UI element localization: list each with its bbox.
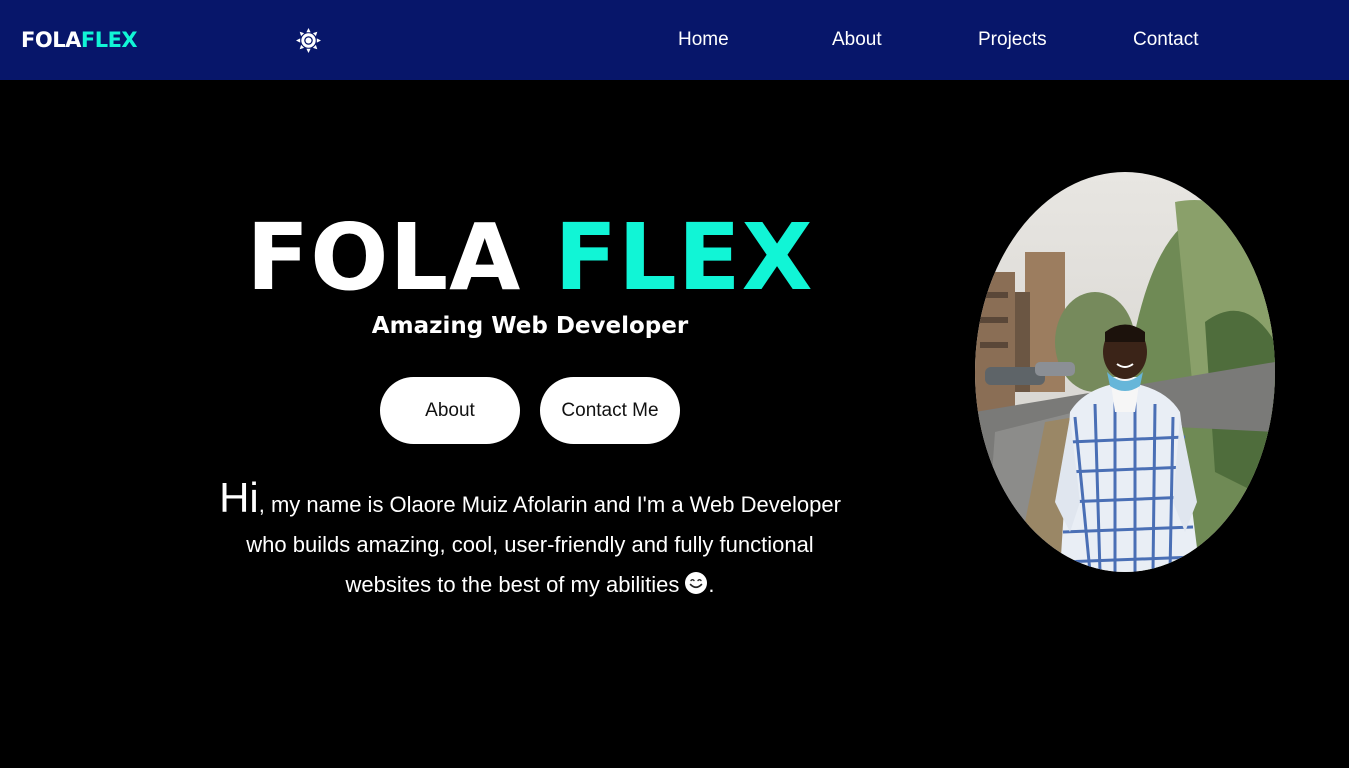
intro-line-3: websites to the best of my abilities. — [175, 565, 885, 605]
contact-me-button[interactable]: Contact Me — [540, 377, 680, 444]
nav-link-home[interactable]: Home — [678, 29, 729, 51]
hero-title: FOLA FLEX — [200, 203, 860, 313]
hero-subtitle: Amazing Web Developer — [371, 313, 689, 339]
intro-text: Hi, my name is Olaore Muiz Afolarin and … — [175, 477, 885, 605]
profile-photo — [975, 172, 1275, 572]
nav-link-projects[interactable]: Projects — [978, 29, 1047, 51]
smiling-face-icon — [684, 568, 708, 594]
nav-link-about[interactable]: About — [832, 29, 882, 51]
intro-line-1: Hi, my name is Olaore Muiz Afolarin and … — [175, 477, 885, 525]
logo-accent: FLEX — [80, 28, 138, 52]
logo-main: FOLA — [21, 28, 81, 52]
intro-line-1-text: , my name is Olaore Muiz Afolarin and I'… — [258, 492, 841, 517]
nav-link-contact[interactable]: Contact — [1133, 29, 1198, 51]
hero-title-accent: FLEX — [554, 204, 814, 311]
about-button[interactable]: About — [380, 377, 520, 444]
intro-line-3-text: websites to the best of my abilities — [345, 572, 680, 597]
intro-line-2: who builds amazing, cool, user-friendly … — [246, 532, 814, 557]
intro-hi: Hi — [219, 474, 259, 521]
hero-title-main: FOLA — [246, 204, 522, 311]
intro-end: . — [708, 572, 715, 597]
sun-icon[interactable] — [295, 27, 322, 54]
site-logo[interactable]: FOLAFLEX — [21, 27, 138, 53]
navbar: FOLAFLEX Home About Projects Contact — [0, 0, 1349, 80]
